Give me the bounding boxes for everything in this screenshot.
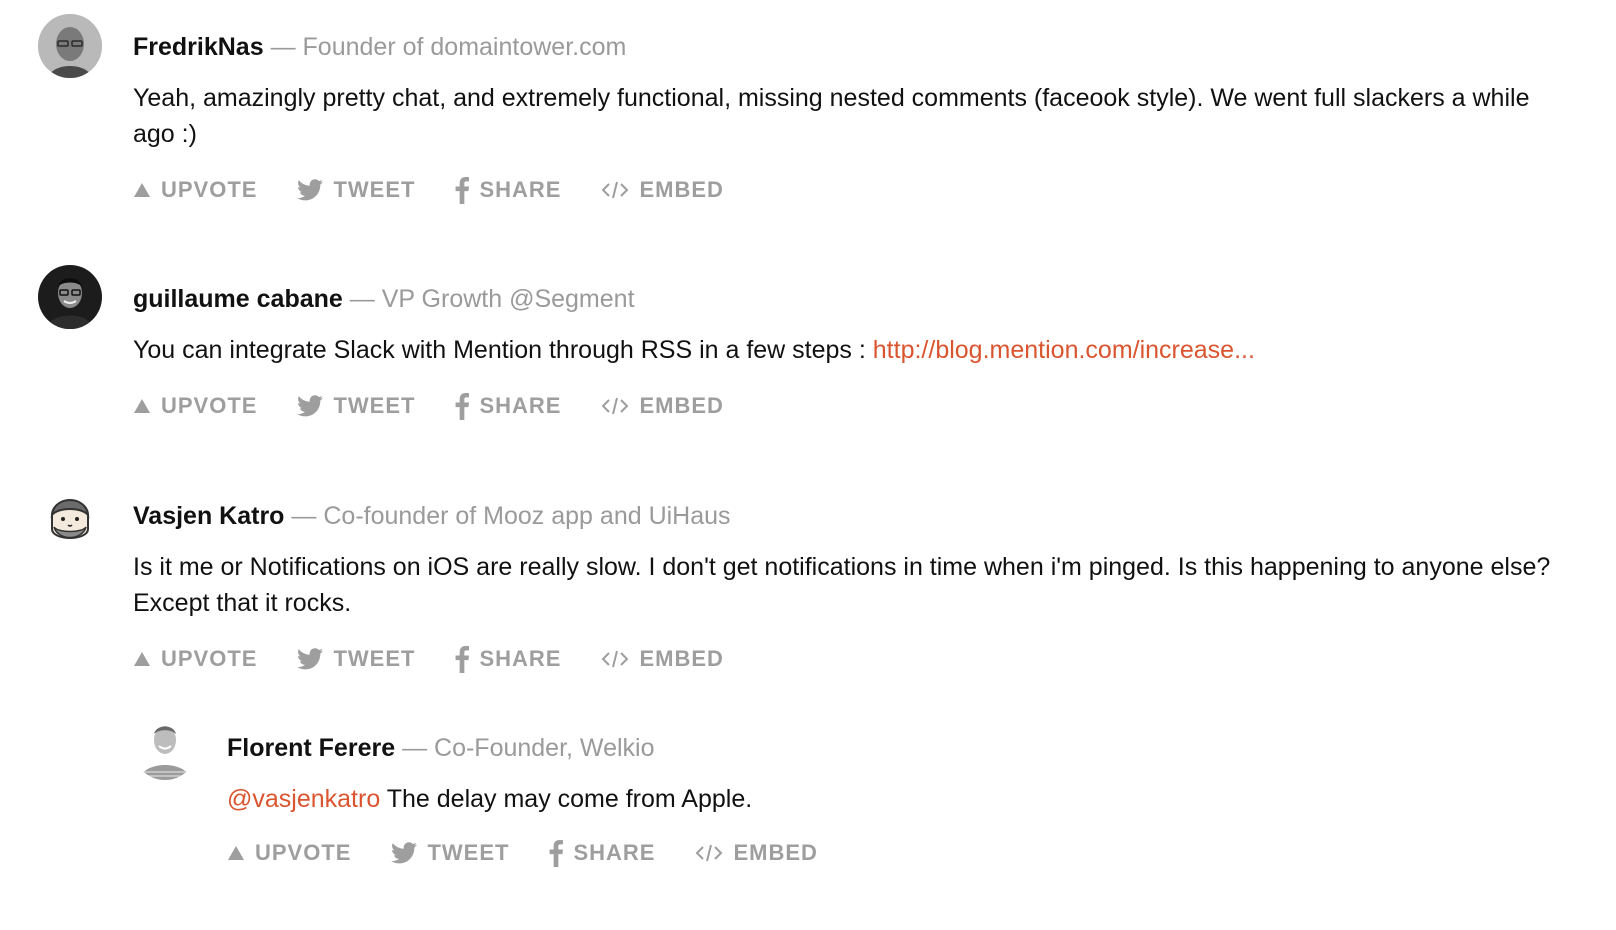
upvote-button[interactable]: UPVOTE (133, 393, 257, 419)
author-headline: Founder of domaintower.com (302, 33, 627, 61)
comment-header: Florent Ferere — Co-Founder, Welkio (227, 731, 1573, 765)
tweet-label: TWEET (333, 646, 416, 671)
separator: — (291, 502, 317, 530)
comment-actions: UPVOTE TWEET SHARE EMBED (133, 388, 1578, 424)
comment-body: guillaume cabane — VP Growth @Segment Yo… (133, 282, 1578, 424)
embed-button[interactable]: EMBED (601, 177, 723, 203)
share-label: SHARE (479, 646, 562, 671)
author-name[interactable]: FredrikNas (133, 33, 264, 61)
twitter-bird-icon (297, 648, 324, 670)
comment-text: You can integrate Slack with Mention thr… (133, 332, 1578, 368)
comment-actions: UPVOTE TWEET SHARE EMBED (133, 641, 1578, 677)
separator: — (402, 734, 428, 762)
upvote-button[interactable]: UPVOTE (227, 840, 351, 866)
facebook-f-icon (455, 392, 470, 420)
upvote-label: UPVOTE (255, 840, 352, 865)
share-button[interactable]: SHARE (455, 176, 561, 204)
comment-header: Vasjen Katro — Co-founder of Mooz app an… (133, 499, 1578, 533)
facebook-f-icon (455, 645, 470, 673)
comment-text-content: The delay may come from Apple. (386, 785, 753, 813)
tweet-label: TWEET (333, 393, 416, 418)
upvote-button[interactable]: UPVOTE (133, 177, 257, 203)
tweet-button[interactable]: TWEET (391, 840, 509, 866)
comment-text-content: Is it me or Notifications on iOS are rea… (133, 553, 1551, 617)
comment-text: @vasjenkatro The delay may come from App… (227, 781, 1573, 817)
author-headline: Co-Founder, Welkio (434, 734, 655, 762)
comment-header: FredrikNas — Founder of domaintower.com (133, 30, 1578, 64)
code-brackets-icon (601, 396, 629, 416)
share-label: SHARE (479, 177, 562, 202)
separator: — (349, 285, 375, 313)
twitter-bird-icon (297, 395, 324, 417)
twitter-bird-icon (391, 842, 418, 864)
triangle-up-icon (133, 182, 151, 198)
twitter-bird-icon (297, 179, 324, 201)
code-brackets-icon (601, 180, 629, 200)
comment-text-content: Yeah, amazingly pretty chat, and extreme… (133, 84, 1530, 148)
avatar[interactable] (133, 716, 197, 780)
comment-body: Florent Ferere — Co-Founder, Welkio @vas… (227, 731, 1573, 871)
author-headline: VP Growth @Segment (381, 285, 635, 313)
comment-header: guillaume cabane — VP Growth @Segment (133, 282, 1578, 316)
comment-actions: UPVOTE TWEET SHARE EMBED (227, 835, 1573, 871)
facebook-f-icon (549, 839, 564, 867)
tweet-button[interactable]: TWEET (297, 646, 415, 672)
avatar[interactable] (38, 485, 102, 549)
tweet-button[interactable]: TWEET (297, 393, 415, 419)
author-headline: Co-founder of Mooz app and UiHaus (323, 502, 731, 530)
tweet-label: TWEET (333, 177, 416, 202)
tweet-button[interactable]: TWEET (297, 177, 415, 203)
triangle-up-icon (133, 398, 151, 414)
code-brackets-icon (695, 843, 723, 863)
separator: — (270, 33, 296, 61)
embed-label: EMBED (639, 177, 724, 202)
embed-label: EMBED (639, 393, 724, 418)
comment-link[interactable]: http://blog.mention.com/increase... (873, 336, 1255, 364)
upvote-label: UPVOTE (161, 393, 258, 418)
comment-body: Vasjen Katro — Co-founder of Mooz app an… (133, 499, 1578, 677)
embed-button[interactable]: EMBED (601, 393, 723, 419)
author-name[interactable]: guillaume cabane (133, 285, 343, 313)
share-button[interactable]: SHARE (549, 839, 655, 867)
code-brackets-icon (601, 649, 629, 669)
avatar[interactable] (38, 14, 102, 78)
facebook-f-icon (455, 176, 470, 204)
comment-text: Is it me or Notifications on iOS are rea… (133, 549, 1578, 621)
share-button[interactable]: SHARE (455, 645, 561, 673)
share-label: SHARE (573, 840, 656, 865)
author-name[interactable]: Florent Ferere (227, 734, 395, 762)
upvote-label: UPVOTE (161, 646, 258, 671)
share-label: SHARE (479, 393, 562, 418)
embed-label: EMBED (639, 646, 724, 671)
user-mention[interactable]: @vasjenkatro (227, 785, 380, 813)
avatar[interactable] (38, 265, 102, 329)
embed-label: EMBED (733, 840, 818, 865)
comment-text-content: You can integrate Slack with Mention thr… (133, 336, 866, 364)
upvote-label: UPVOTE (161, 177, 258, 202)
comment-body: FredrikNas — Founder of domaintower.com … (133, 30, 1578, 208)
triangle-up-icon (227, 845, 245, 861)
upvote-button[interactable]: UPVOTE (133, 646, 257, 672)
author-name[interactable]: Vasjen Katro (133, 502, 284, 530)
triangle-up-icon (133, 651, 151, 667)
tweet-label: TWEET (427, 840, 510, 865)
embed-button[interactable]: EMBED (601, 646, 723, 672)
comment-text: Yeah, amazingly pretty chat, and extreme… (133, 80, 1578, 152)
embed-button[interactable]: EMBED (695, 840, 817, 866)
comment-actions: UPVOTE TWEET SHARE EMBED (133, 172, 1578, 208)
share-button[interactable]: SHARE (455, 392, 561, 420)
